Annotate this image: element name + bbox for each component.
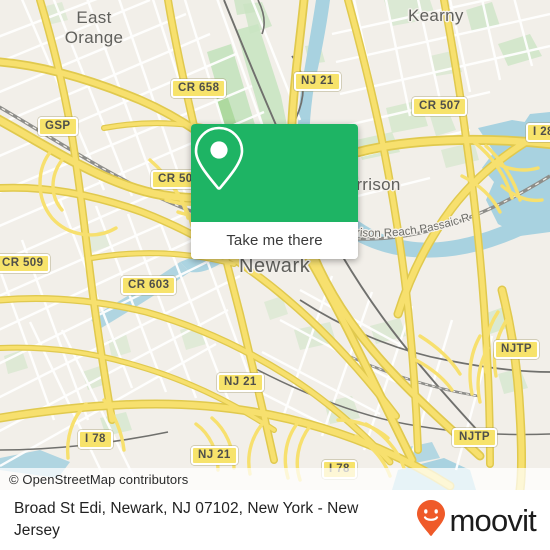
shield-cr-509[interactable]: CR 509 (0, 254, 51, 273)
shield-nj-21-m[interactable]: NJ 21 (217, 373, 264, 392)
page-footer: Broad St Edi, Newark, NJ 07102, New York… (0, 490, 550, 550)
shield-nj-21-n[interactable]: NJ 21 (294, 72, 341, 91)
shield-gsp[interactable]: GSP (38, 117, 78, 136)
map-screenshot: Harrison Reach Passaic R EastOrange Kear… (0, 0, 550, 550)
shield-cr-603[interactable]: CR 603 (121, 276, 177, 295)
attribution-text: © OpenStreetMap contributors (9, 471, 189, 487)
take-me-there-label: Take me there (226, 232, 323, 249)
shield-nj-21-s[interactable]: NJ 21 (191, 446, 238, 465)
moovit-wordmark: moovit (449, 502, 536, 538)
shield-njtp-n[interactable]: NJTP (494, 340, 539, 359)
moovit-logo[interactable]: moovit (416, 499, 537, 542)
popup-hero (191, 124, 358, 222)
shield-i-78-w[interactable]: I 78 (78, 430, 113, 449)
location-popup-card[interactable]: Take me there (191, 124, 358, 259)
map-canvas[interactable]: Harrison Reach Passaic R EastOrange Kear… (0, 0, 550, 490)
map-attribution[interactable]: © OpenStreetMap contributors (0, 468, 550, 490)
shield-cr-658[interactable]: CR 658 (171, 79, 227, 98)
shield-njtp-s[interactable]: NJTP (452, 428, 497, 447)
location-title: Broad St Edi, Newark, NJ 07102, New York… (14, 500, 359, 539)
popup-action-bar[interactable]: Take me there (191, 222, 358, 259)
shield-cr-507[interactable]: CR 507 (412, 97, 468, 116)
shield-i-280[interactable]: I 280 (526, 123, 550, 142)
moovit-pin-smile-icon (416, 499, 446, 542)
